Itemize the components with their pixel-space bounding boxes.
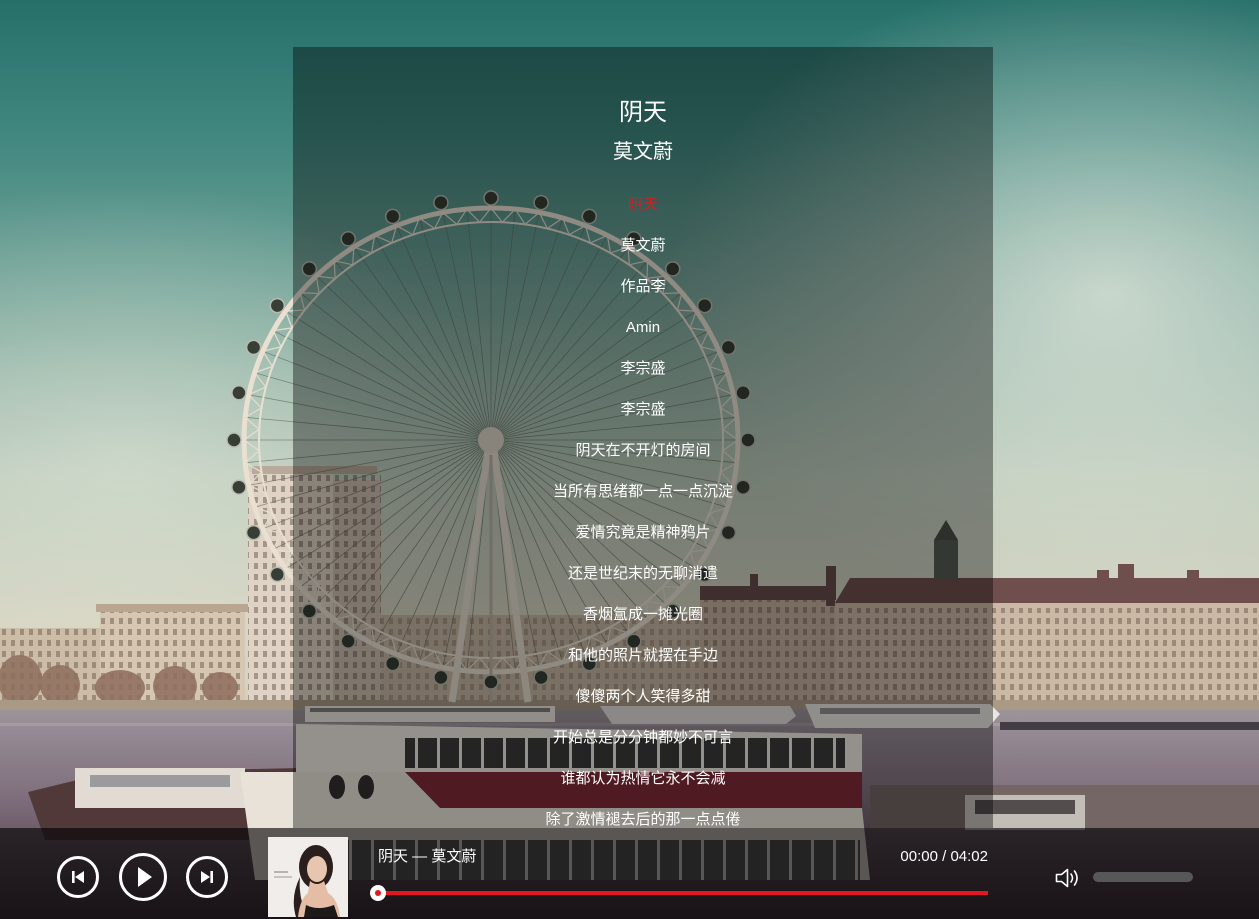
lyrics-list: 阴天 莫文蔚 作品李 Amin 李宗盛 李宗盛 阴天在不开灯的房间 当所有思绪都一点一点沉淀爱… — [293, 184, 993, 828]
lyric-line: 还是世纪末的无聊消遣 — [567, 565, 718, 582]
lyric-line: 莫文蔚 — [620, 237, 666, 254]
next-button[interactable] — [186, 856, 228, 898]
progress-handle-dot — [375, 890, 381, 896]
album-cover — [268, 837, 348, 917]
duration: 04:02 — [950, 848, 988, 865]
lyric-line: 李宗盛 — [620, 360, 666, 377]
lyric-line: 阴天在不开灯的房间 — [575, 442, 711, 459]
volume-slider[interactable] — [1093, 872, 1193, 882]
volume-button[interactable] — [1054, 866, 1082, 890]
progress-handle[interactable] — [370, 885, 386, 901]
lyrics-panel: 阴天 莫文蔚 阴天 莫文蔚 作品李 Amin 李宗盛 李宗盛 阴天在不开灯的房间 当所有思绪都… — [293, 47, 993, 828]
lyric-line: 李宗盛 — [620, 401, 666, 418]
lyric-line: 傻傻两个人笑得多甜 — [575, 688, 711, 705]
current-time: 00:00 — [900, 848, 938, 865]
lyric-line: Amin — [625, 319, 661, 336]
skip-previous-icon — [72, 871, 84, 883]
player-bar: 阴天 — 莫文蔚 00:00 / 04:02 — [0, 828, 1259, 919]
lyric-line: 除了激情褪去后的那一点点倦 — [545, 811, 741, 828]
album-cover-art — [268, 837, 348, 917]
song-artist: 莫文蔚 — [613, 141, 673, 163]
play-icon — [138, 867, 152, 887]
previous-button[interactable] — [57, 856, 99, 898]
lyric-line: 作品李 — [620, 278, 666, 295]
progress-bar[interactable] — [370, 885, 988, 901]
lyric-line: 香烟氲成一摊光圈 — [582, 606, 703, 623]
lyric-line: 开始总是分分钟都妙不可言 — [552, 729, 733, 746]
volume-icon — [1055, 868, 1078, 888]
lyric-line: 谁都认为热情它永不会减 — [560, 770, 726, 787]
lyric-line: 和他的照片就摆在手边 — [567, 647, 718, 664]
now-playing-label: 阴天 — 莫文蔚 — [378, 848, 477, 865]
lyric-line-current: 阴天 — [627, 196, 658, 213]
skip-next-icon — [201, 871, 213, 883]
lyric-line: 爱情究竟是精神鸦片 — [575, 524, 711, 541]
play-button[interactable] — [119, 853, 167, 901]
time-display: 00:00 / 04:02 — [838, 847, 988, 867]
time-separator: / — [942, 848, 947, 865]
lyric-line: 当所有思绪都一点一点沉淀 — [552, 483, 733, 500]
song-title: 阴天 — [619, 99, 667, 126]
